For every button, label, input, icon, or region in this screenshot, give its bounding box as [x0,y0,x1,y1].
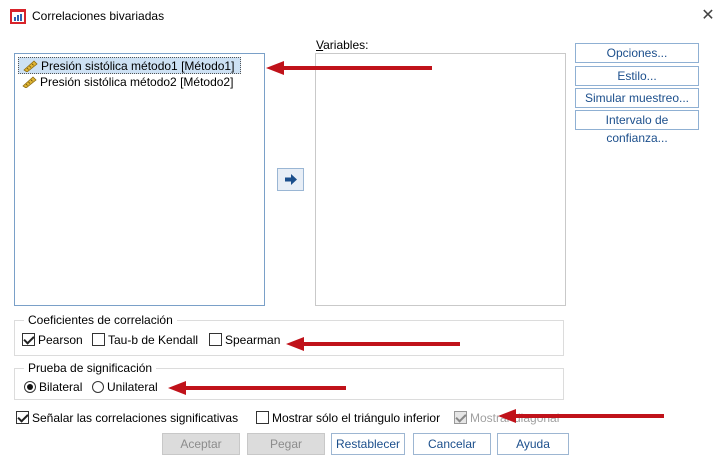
flag-significant-checkbox[interactable] [16,411,29,424]
list-item[interactable]: Presión sistólica método2 [Método2] [18,74,239,91]
title-bar: Correlaciones bivariadas ✕ [0,0,721,34]
annotation-arrow-1 [266,61,432,75]
coefficients-group-title: Coeficientes de correlación [24,313,177,327]
significance-group-title: Prueba de significación [24,361,157,375]
pearson-option[interactable]: Pearson [22,333,83,347]
pegar-button[interactable]: Pegar [247,433,325,455]
annotation-arrow-3 [168,381,346,395]
list-item-label: Presión sistólica método1 [Método1] [41,59,235,73]
close-icon[interactable]: ✕ [697,4,719,28]
opciones-button[interactable]: Opciones... [575,43,699,63]
list-item-label: Presión sistólica método2 [Método2] [40,75,234,89]
annotation-arrow-4 [498,409,664,423]
kendall-checkbox[interactable] [92,333,105,346]
unilateral-radio[interactable] [92,381,104,393]
show-diagonal-checkbox[interactable] [454,411,467,424]
move-right-button[interactable] [277,168,304,191]
scale-variable-icon [23,60,38,72]
spearman-option[interactable]: Spearman [209,333,280,347]
lower-triangle-option[interactable]: Mostrar sólo el triángulo inferior [256,411,440,425]
unilateral-option[interactable]: Unilateral [92,380,158,394]
spearman-checkbox[interactable] [209,333,222,346]
bilateral-radio[interactable] [24,381,36,393]
aceptar-button[interactable]: Aceptar [162,433,240,455]
intervalo-confianza-button[interactable]: Intervalo de confianza... [575,110,699,145]
restablecer-button[interactable]: Restablecer [331,433,405,455]
annotation-arrow-2 [286,337,460,351]
ayuda-button[interactable]: Ayuda [497,433,569,455]
variables-label: Variables: [316,38,369,52]
pearson-checkbox[interactable] [22,333,35,346]
bilateral-option[interactable]: Bilateral [24,380,82,394]
estilo-button[interactable]: Estilo... [575,66,699,86]
cancelar-button[interactable]: Cancelar [413,433,491,455]
simular-muestreo-button[interactable]: Simular muestreo... [575,88,699,108]
right-arrow-icon [285,174,297,185]
list-item[interactable]: Presión sistólica método1 [Método1] [18,57,242,74]
kendall-option[interactable]: Tau-b de Kendall [92,333,198,347]
scale-variable-icon [22,76,37,88]
window-title: Correlaciones bivariadas [32,9,165,23]
source-variable-list[interactable]: Presión sistólica método1 [Método1] Pres… [14,53,265,306]
flag-significant-option[interactable]: Señalar las correlaciones significativas [16,411,238,425]
app-icon [10,9,26,24]
variables-list[interactable] [315,53,566,306]
lower-triangle-checkbox[interactable] [256,411,269,424]
